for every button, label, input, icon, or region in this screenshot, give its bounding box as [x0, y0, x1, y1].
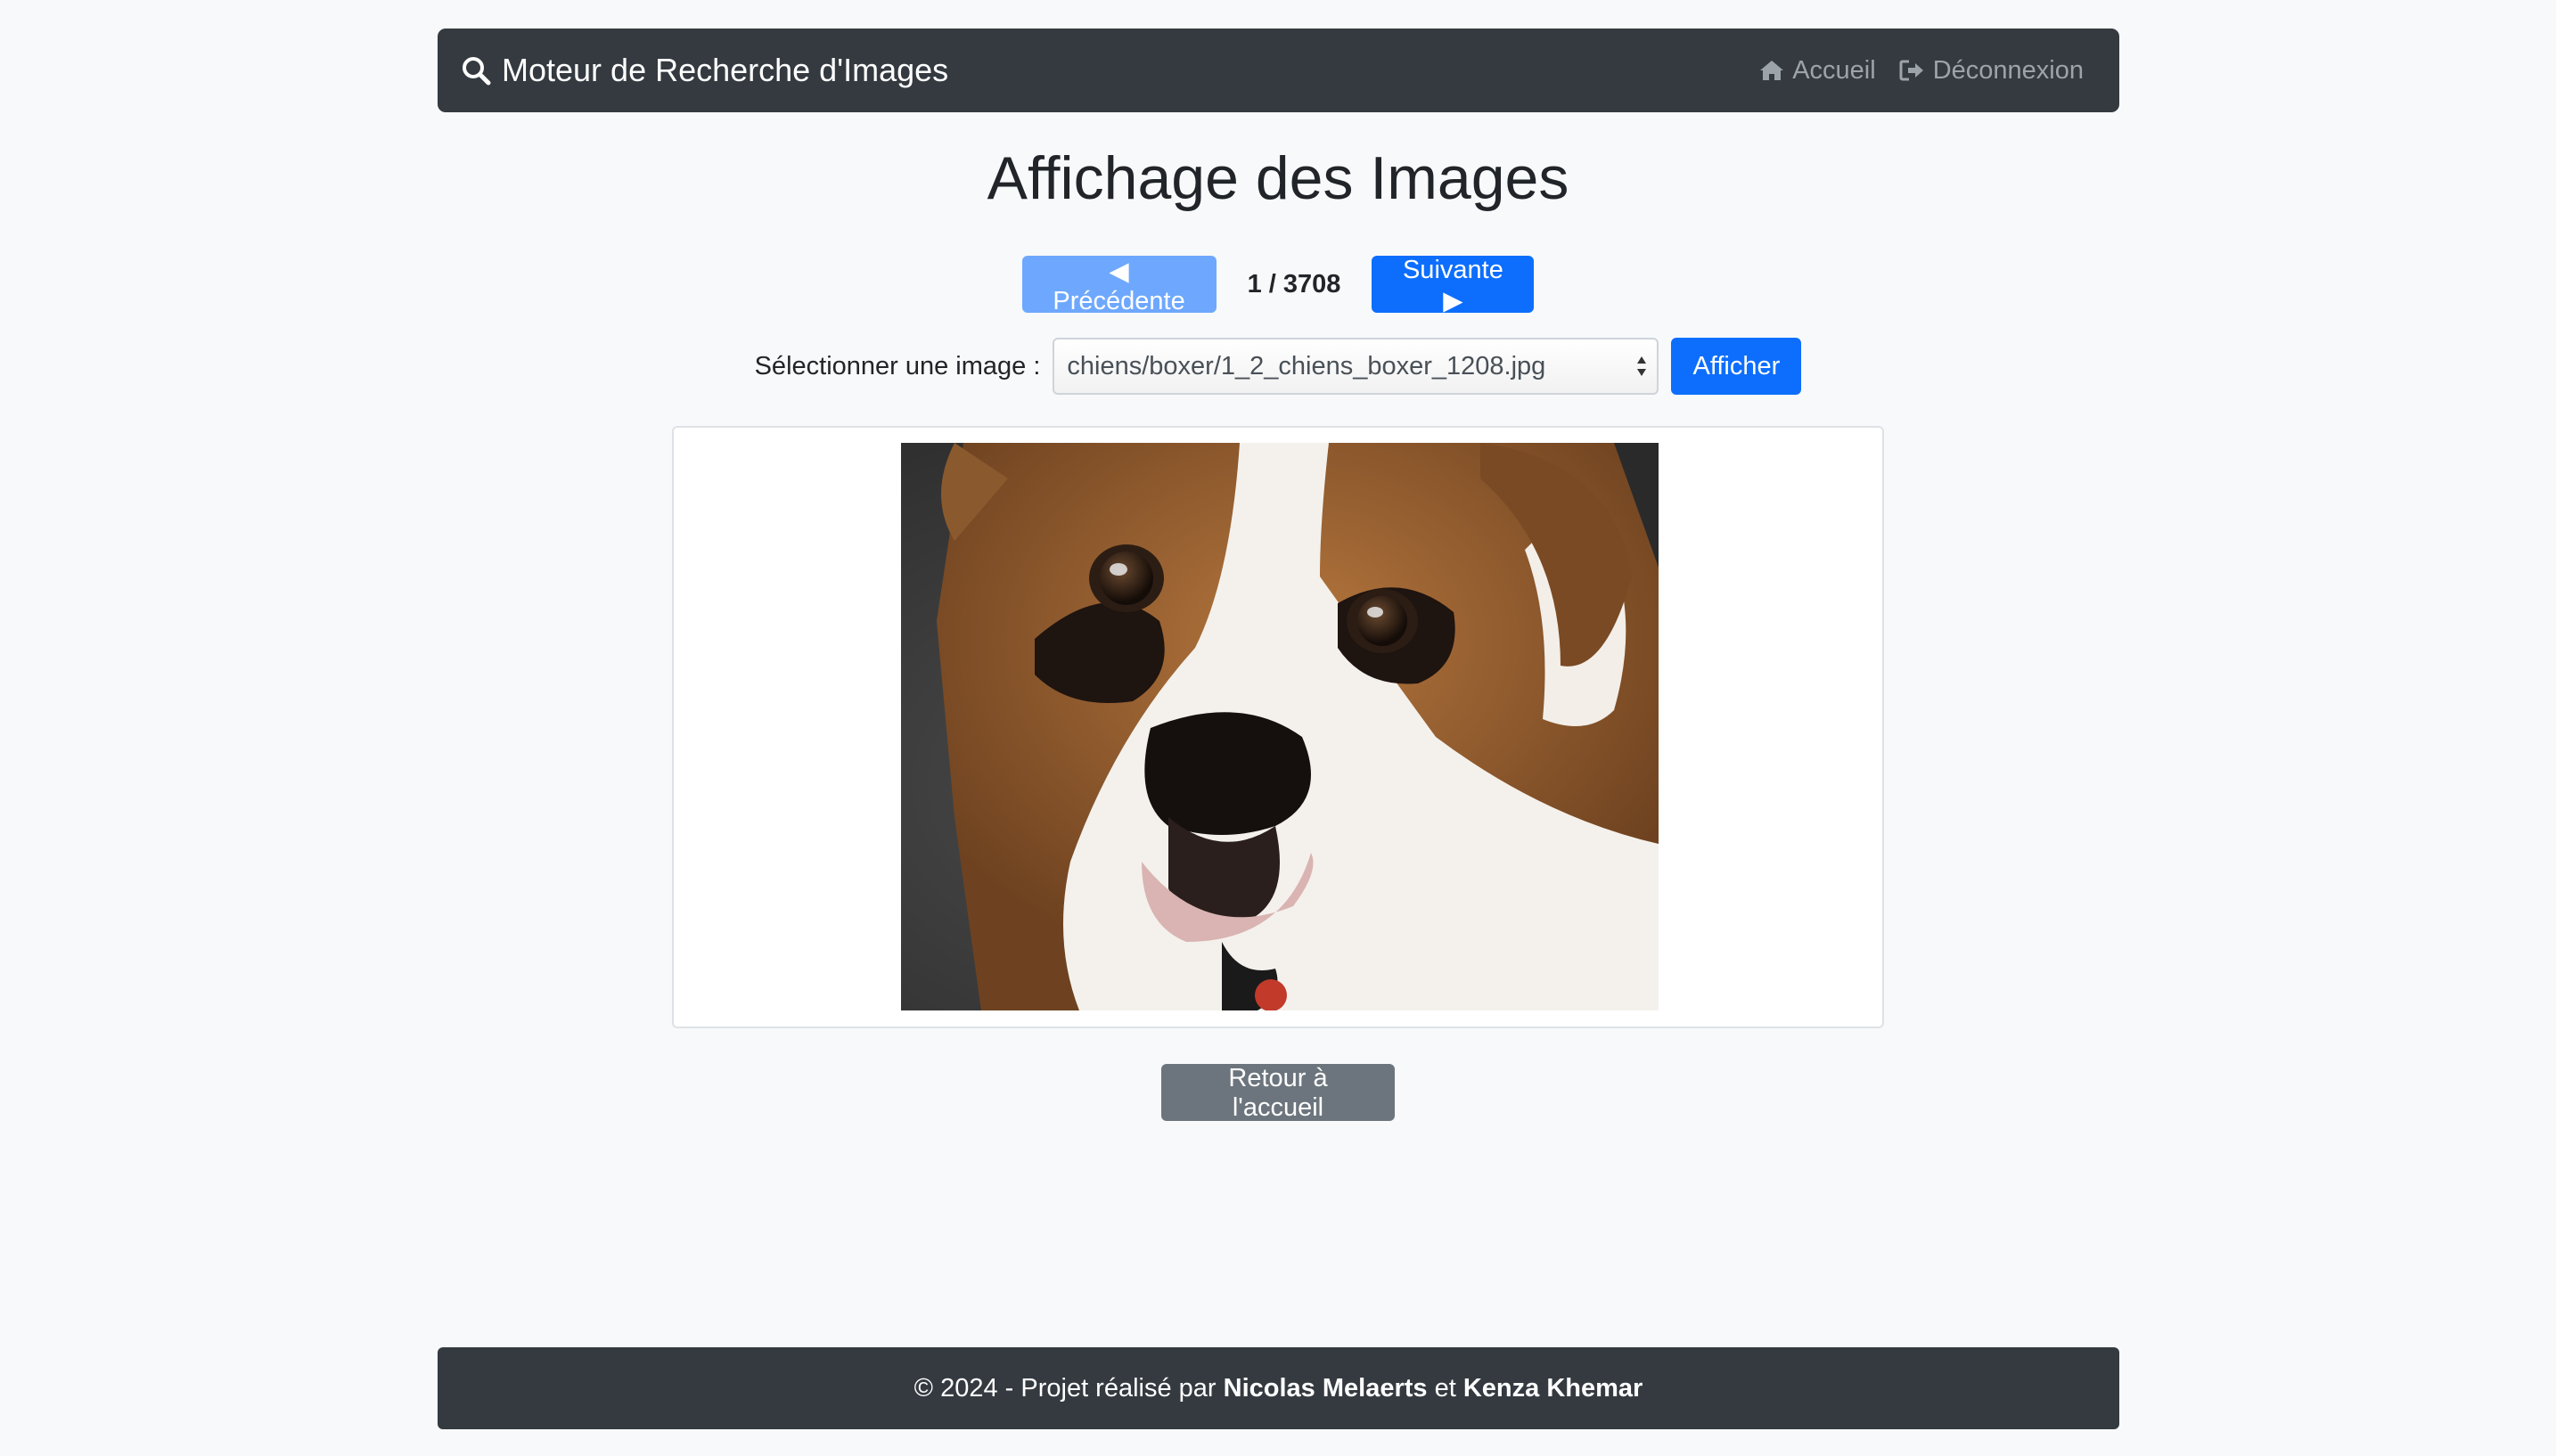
footer: © 2024 - Projet réalisé par Nicolas Mela…	[438, 1347, 2119, 1429]
back-home-button[interactable]: Retour à l'accueil	[1161, 1064, 1395, 1122]
image-select[interactable]: chiens/boxer/1_2_chiens_boxer_1208.jpg	[1053, 338, 1659, 395]
next-button[interactable]: Suivante ▶	[1372, 256, 1535, 315]
nav-link-accueil[interactable]: Accueil	[1758, 56, 1876, 86]
nav-link-label: Déconnexion	[1932, 55, 2084, 85]
image-select-label: Sélectionner une image :	[754, 351, 1041, 380]
footer-author-1: Nicolas Melaerts	[1223, 1373, 1428, 1403]
footer-prefix: © 2024 - Projet réalisé par	[913, 1373, 1217, 1403]
previous-button[interactable]: ◀ Précédente	[1021, 256, 1217, 315]
footer-author-2: Kenza Khemar	[1462, 1373, 1643, 1403]
dog-photo	[901, 443, 1659, 1010]
image-card	[672, 426, 1884, 1028]
sign-out-icon	[1899, 60, 1923, 81]
select-arrows-icon	[1637, 356, 1647, 376]
nav-links: Accueil Déconnexion	[1758, 56, 2084, 86]
show-button[interactable]: Afficher	[1671, 338, 1802, 395]
brand-label: Moteur de Recherche d'Images	[502, 52, 949, 88]
image-counter: 1 / 3708	[1247, 269, 1341, 299]
pagination: ◀ Précédente 1 / 3708 Suivante ▶	[0, 256, 2556, 315]
home-icon	[1760, 61, 1784, 80]
nav-link-label: Accueil	[1792, 55, 1876, 85]
image-selector-row: Sélectionner une image : chiens/boxer/1_…	[0, 338, 2556, 395]
navbar: Moteur de Recherche d'Images Accueil Déc…	[438, 29, 2119, 112]
page-title: Affichage des Images	[987, 144, 1569, 212]
navbar-brand[interactable]: Moteur de Recherche d'Images	[461, 52, 948, 89]
footer-conjunction: et	[1434, 1373, 1456, 1403]
nav-link-deconnexion[interactable]: Déconnexion	[1899, 56, 2084, 86]
search-icon	[463, 57, 491, 86]
image-select-value: chiens/boxer/1_2_chiens_boxer_1208.jpg	[1067, 351, 1546, 380]
